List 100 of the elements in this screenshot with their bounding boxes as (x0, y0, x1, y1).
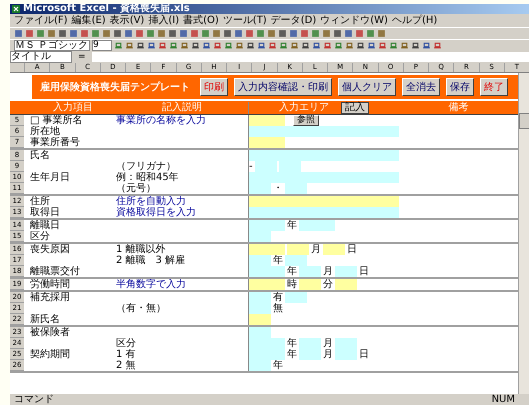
tool-icon[interactable] (301, 41, 310, 50)
input-cell[interactable] (335, 279, 357, 290)
tool-icon[interactable] (334, 41, 343, 50)
input-cell[interactable] (323, 244, 345, 255)
tool-icon[interactable] (224, 41, 233, 50)
tool-icon[interactable] (356, 41, 365, 50)
menu-item[interactable]: 挿入(I) (148, 14, 180, 26)
unit-label: ・ (273, 183, 283, 194)
input-cell[interactable] (249, 137, 285, 148)
input-cell[interactable] (299, 220, 335, 231)
input-cell[interactable] (249, 172, 399, 183)
menu-item[interactable]: ファイル(F) (14, 14, 68, 26)
unit-label: 年 (287, 266, 297, 277)
tool-icon[interactable] (202, 41, 211, 50)
tool-icon[interactable] (433, 41, 442, 50)
vertical-scrollbar[interactable] (518, 73, 529, 394)
input-cell[interactable] (285, 292, 307, 303)
note-text: （元号） (116, 183, 156, 194)
tool-icon[interactable] (213, 41, 222, 50)
input-cell[interactable] (299, 349, 321, 360)
tool-icon[interactable] (290, 41, 299, 50)
input-cell[interactable] (249, 150, 399, 161)
tool-icon[interactable] (180, 41, 189, 50)
input-cell[interactable] (249, 115, 285, 126)
note-text: 1 有 (116, 349, 136, 360)
input-cell[interactable] (249, 360, 271, 371)
input-cell[interactable] (249, 183, 271, 194)
note-text: 1 離職以外 (116, 244, 166, 255)
menu-item[interactable]: 表示(V) (110, 14, 144, 26)
menu-item[interactable]: ヘルプ(H) (392, 14, 438, 26)
input-cell[interactable] (249, 279, 285, 290)
unit-label: 日 (347, 244, 357, 255)
input-cell[interactable] (299, 279, 321, 290)
form-button[interactable]: 全消去 (402, 78, 440, 96)
input-cell[interactable] (249, 196, 399, 207)
form-button[interactable]: 保存 (446, 78, 474, 96)
input-cell[interactable] (249, 255, 271, 266)
input-cell[interactable] (249, 126, 399, 137)
input-cell[interactable] (335, 349, 357, 360)
form-button[interactable]: 入力内容確認・印刷 (234, 78, 332, 96)
unit-label: - (249, 161, 253, 172)
formula-field[interactable] (92, 52, 529, 62)
tool-icon[interactable] (422, 41, 431, 50)
item-label: 区分 (30, 231, 50, 242)
tool-icon[interactable] (191, 41, 200, 50)
column-title: 記入説明 (161, 102, 203, 114)
input-cell[interactable] (249, 327, 271, 338)
menu-item[interactable]: 書式(O) (183, 14, 219, 26)
tool-icon[interactable] (312, 41, 321, 50)
tool-icon[interactable] (257, 41, 266, 50)
input-cell[interactable] (249, 303, 271, 314)
menu-item[interactable]: 編集(E) (72, 14, 106, 26)
input-cell[interactable] (335, 338, 357, 349)
unit-label: 有 (273, 292, 283, 303)
unit-label: 年 (287, 338, 297, 349)
input-cell[interactable] (249, 314, 271, 325)
tool-icon[interactable] (389, 41, 398, 50)
tool-icon[interactable] (411, 41, 420, 50)
input-cell[interactable] (249, 220, 285, 231)
tool-icon[interactable] (279, 41, 288, 50)
input-cell[interactable] (249, 207, 399, 218)
input-cell[interactable] (299, 266, 321, 277)
unit-label: 月 (323, 266, 333, 277)
input-cell[interactable] (335, 266, 357, 277)
font-dropdown[interactable]: ＭＳ Ｐゴシック (14, 40, 90, 51)
input-cell[interactable] (287, 244, 309, 255)
tool-icon[interactable] (136, 41, 145, 50)
status-text: コマンド (14, 394, 54, 405)
input-cell[interactable] (249, 244, 285, 255)
input-cell[interactable] (249, 231, 271, 242)
name-box[interactable]: タイトル (10, 51, 72, 63)
column-title: 入力項目 (52, 102, 94, 114)
input-cell[interactable] (249, 292, 271, 303)
tool-icon[interactable] (125, 41, 134, 50)
tool-icon[interactable] (114, 41, 123, 50)
input-cell[interactable] (285, 255, 307, 266)
window-title: Microsoft Excel - 資格喪失届.xls (23, 4, 190, 14)
input-cell[interactable] (249, 266, 285, 277)
tool-icon[interactable] (367, 41, 376, 50)
tool-icon[interactable] (169, 41, 178, 50)
tool-icon[interactable] (235, 41, 244, 50)
tool-icon[interactable] (345, 41, 354, 50)
tool-icon[interactable] (268, 41, 277, 50)
note-text: 事業所の名称を入力 (116, 115, 206, 126)
size-dropdown[interactable]: 9 (92, 40, 112, 51)
tool-icon[interactable] (147, 41, 156, 50)
form-button[interactable]: 個人クリア (338, 78, 396, 96)
tool-icon[interactable] (323, 41, 332, 50)
tool-icon[interactable] (400, 41, 409, 50)
menu-item[interactable]: ツール(T) (222, 14, 267, 26)
entry-button[interactable]: 記入 (341, 102, 369, 114)
menu-item[interactable]: データ(D) (270, 14, 316, 26)
menu-item[interactable]: ウィンドウ(W) (320, 14, 388, 26)
tool-icon[interactable] (246, 41, 255, 50)
tool-icon[interactable] (378, 41, 387, 50)
input-cell[interactable] (299, 338, 321, 349)
input-cell[interactable] (285, 183, 307, 194)
column-title: 備考 (448, 102, 470, 114)
tool-icon[interactable] (158, 41, 167, 50)
unit-label: 月 (323, 349, 333, 360)
